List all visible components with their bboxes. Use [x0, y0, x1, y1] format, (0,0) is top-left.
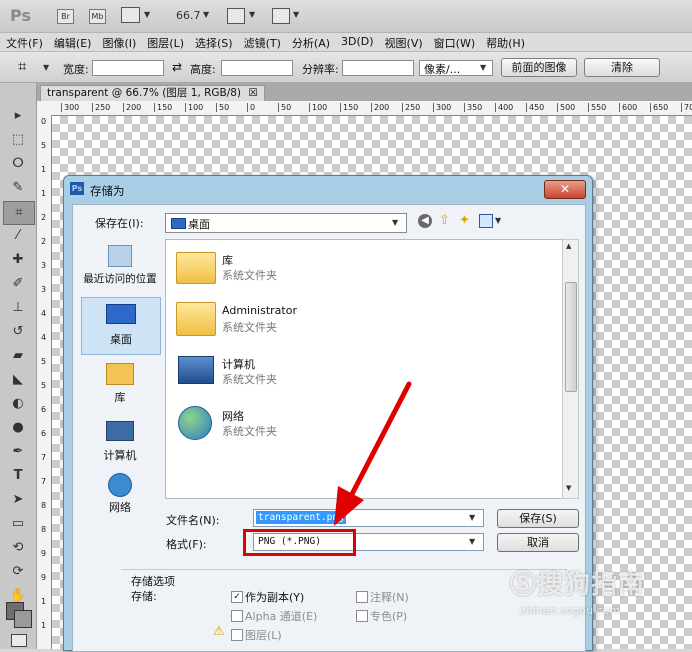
format-highlight-box — [243, 529, 356, 556]
arrow-head — [334, 486, 364, 526]
watermark-logo-icon: Ⓢ — [510, 570, 538, 600]
watermark-text: 搜狗指南 — [537, 570, 646, 600]
watermark: Ⓢ搜狗指南 — [510, 564, 645, 601]
arrow-shaft — [346, 381, 412, 503]
watermark-url: zhinan.sogou.com — [520, 604, 621, 617]
